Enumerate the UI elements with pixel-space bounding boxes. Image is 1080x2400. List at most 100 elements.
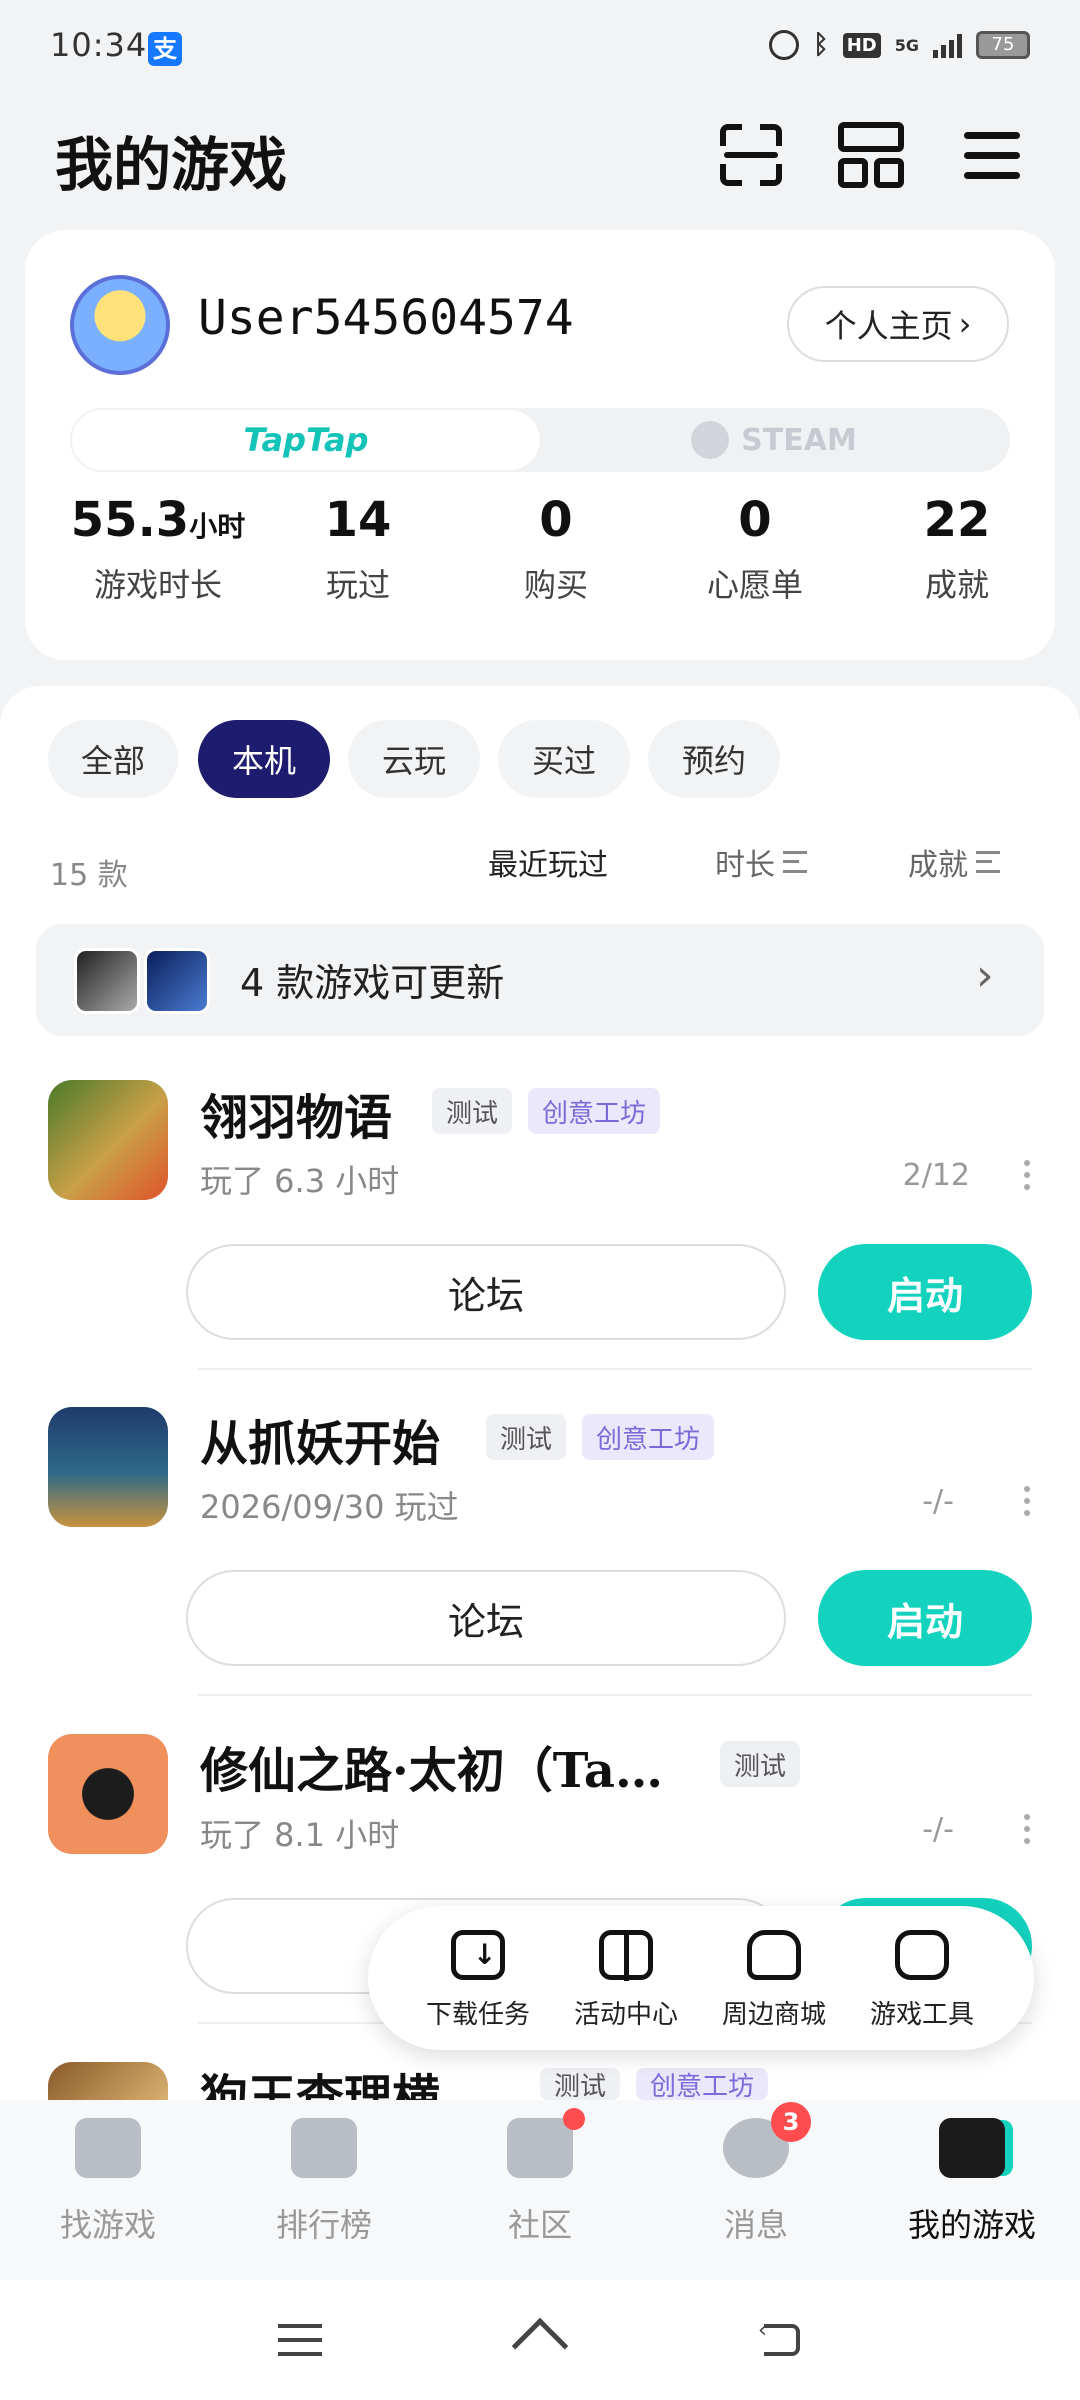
sort-label: 成就 bbox=[908, 848, 968, 883]
game-name[interactable]: 翎羽物语 bbox=[200, 1078, 392, 1148]
tag-workshop: 创意工坊 bbox=[636, 2068, 769, 2100]
quick-label: 周边商城 bbox=[721, 2000, 826, 2030]
stat-unit: 小时 bbox=[189, 510, 246, 543]
game-subtitle: 玩了 8.1 小时 bbox=[200, 1816, 400, 1854]
nav-community[interactable]: 社区 bbox=[440, 2108, 640, 2246]
achievement-progress: -/- bbox=[922, 1812, 954, 1847]
stat-value: 14 bbox=[324, 492, 392, 548]
community-icon bbox=[507, 2108, 585, 2178]
forum-button[interactable]: 论坛 bbox=[186, 1244, 786, 1340]
stat-value: 0 bbox=[738, 492, 772, 548]
username: User545604574 bbox=[198, 290, 574, 346]
tag-test: 测试 bbox=[486, 1414, 567, 1460]
nav-find-games[interactable]: 找游戏 bbox=[8, 2118, 208, 2246]
home-icon[interactable] bbox=[510, 2310, 570, 2375]
game-count: 15 款 bbox=[50, 858, 128, 893]
more-options-icon[interactable] bbox=[1024, 1814, 1032, 1850]
achievement-progress: -/- bbox=[922, 1484, 954, 1519]
profile-home-label: 个人主页 bbox=[824, 307, 953, 345]
divider bbox=[198, 1694, 1032, 1696]
sort-icon bbox=[783, 851, 807, 873]
filter-chip-local[interactable]: 本机 bbox=[198, 720, 330, 798]
message-icon: 3 bbox=[723, 2102, 811, 2178]
launch-button[interactable]: 启动 bbox=[818, 1244, 1032, 1340]
game-list-panel bbox=[0, 686, 1080, 2106]
message-badge: 3 bbox=[771, 2102, 811, 2142]
page-title: 我的游戏 bbox=[55, 131, 288, 199]
game-icon[interactable] bbox=[48, 1734, 168, 1854]
recent-apps-icon[interactable] bbox=[270, 2310, 330, 2370]
status-time: 10:34 bbox=[50, 26, 148, 64]
profile-home-button[interactable]: 个人主页 › bbox=[787, 286, 1009, 362]
quick-download-tasks[interactable]: ↓ 下载任务 bbox=[408, 1930, 548, 2031]
tag-test: 测试 bbox=[432, 1088, 513, 1134]
game-icon[interactable] bbox=[48, 2062, 168, 2100]
sort-icon bbox=[976, 851, 1000, 873]
menu-button[interactable] bbox=[958, 120, 1028, 190]
filter-chip-reserved[interactable]: 预约 bbox=[648, 720, 780, 798]
game-thumb bbox=[144, 948, 210, 1014]
sort-playtime[interactable]: 时长 bbox=[715, 840, 807, 884]
stat-purchased[interactable]: 0 购买 bbox=[456, 492, 656, 606]
store-icon bbox=[747, 1930, 801, 1980]
nav-my-games[interactable]: 我的游戏 bbox=[872, 2118, 1072, 2246]
stat-played[interactable]: 14 玩过 bbox=[258, 492, 458, 606]
game-icon[interactable] bbox=[48, 1080, 168, 1200]
sort-recent[interactable]: 最近玩过 bbox=[488, 840, 608, 884]
quick-game-tools[interactable]: 游戏工具 bbox=[852, 1930, 992, 2031]
tag-workshop: 创意工坊 bbox=[528, 1088, 661, 1134]
platform-tab-steam-label: STEAM bbox=[741, 422, 857, 458]
more-options-icon[interactable] bbox=[1024, 1486, 1032, 1522]
status-bar: 10:34 支 ᛒ HD 5G 75 bbox=[0, 0, 1080, 96]
game-name[interactable]: 修仙之路·太初（Ta… bbox=[200, 1731, 663, 1801]
avatar[interactable] bbox=[70, 275, 170, 375]
alarm-icon bbox=[769, 30, 800, 60]
battery-icon: 75 bbox=[976, 31, 1030, 59]
download-icon: ↓ bbox=[451, 1930, 505, 1980]
scan-button[interactable] bbox=[716, 120, 786, 190]
more-options-icon[interactable] bbox=[1024, 1160, 1032, 1196]
quick-activity-center[interactable]: 活动中心 bbox=[556, 1930, 696, 2031]
platform-tab-taptap[interactable]: TapTap bbox=[72, 410, 540, 470]
sort-achievements[interactable]: 成就 bbox=[908, 840, 1000, 884]
taptap-logo-icon bbox=[75, 2118, 141, 2178]
sort-label: 最近玩过 bbox=[488, 848, 608, 883]
steam-icon bbox=[691, 421, 730, 459]
nav-label: 排行榜 bbox=[275, 2206, 372, 2244]
quick-label: 游戏工具 bbox=[869, 2000, 974, 2030]
alipay-icon: 支 bbox=[148, 32, 182, 66]
stat-playtime[interactable]: 55.3小时 游戏时长 bbox=[58, 492, 258, 606]
tag-test: 测试 bbox=[720, 1741, 801, 1787]
nav-messages[interactable]: 3 消息 bbox=[656, 2102, 856, 2246]
forum-button[interactable]: 论坛 bbox=[186, 1570, 786, 1666]
hd-icon: HD bbox=[842, 32, 881, 58]
update-banner-text: 4 款游戏可更新 bbox=[240, 961, 505, 1005]
tag-workshop: 创意工坊 bbox=[582, 1414, 715, 1460]
filter-chip-all[interactable]: 全部 bbox=[48, 720, 178, 798]
game-name[interactable]: 狗王查理横… bbox=[200, 2058, 488, 2100]
ranking-icon bbox=[291, 2118, 357, 2178]
game-name[interactable]: 从抓妖开始 bbox=[200, 1404, 440, 1474]
stat-wishlist[interactable]: 0 心愿单 bbox=[655, 492, 855, 606]
nav-label: 社区 bbox=[507, 2206, 572, 2244]
layout-grid-button[interactable] bbox=[836, 120, 906, 190]
stat-label: 成就 bbox=[924, 566, 989, 604]
stat-value: 22 bbox=[923, 492, 991, 548]
stat-achievements[interactable]: 22 成就 bbox=[857, 492, 1057, 606]
sort-label: 时长 bbox=[715, 848, 775, 883]
nav-rankings[interactable]: 排行榜 bbox=[224, 2118, 424, 2246]
filter-chip-cloud[interactable]: 云玩 bbox=[348, 720, 480, 798]
game-icon[interactable] bbox=[48, 1407, 168, 1527]
back-icon[interactable]: ‹ bbox=[752, 2310, 812, 2370]
platform-tab-steam[interactable]: STEAM bbox=[540, 410, 1008, 470]
game-subtitle: 2026/09/30 玩过 bbox=[200, 1488, 459, 1526]
nav-label: 找游戏 bbox=[59, 2206, 156, 2244]
status-icons: ᛒ HD 5G 75 bbox=[769, 30, 1030, 60]
filter-chip-bought[interactable]: 买过 bbox=[498, 720, 630, 798]
stat-label: 心愿单 bbox=[706, 566, 803, 604]
achievement-progress: 2/12 bbox=[902, 1158, 970, 1193]
launch-button[interactable]: 启动 bbox=[818, 1570, 1032, 1666]
quick-merch-store[interactable]: 周边商城 bbox=[704, 1930, 844, 2031]
nav-label: 我的游戏 bbox=[907, 2206, 1036, 2244]
nav-label: 消息 bbox=[723, 2206, 788, 2244]
